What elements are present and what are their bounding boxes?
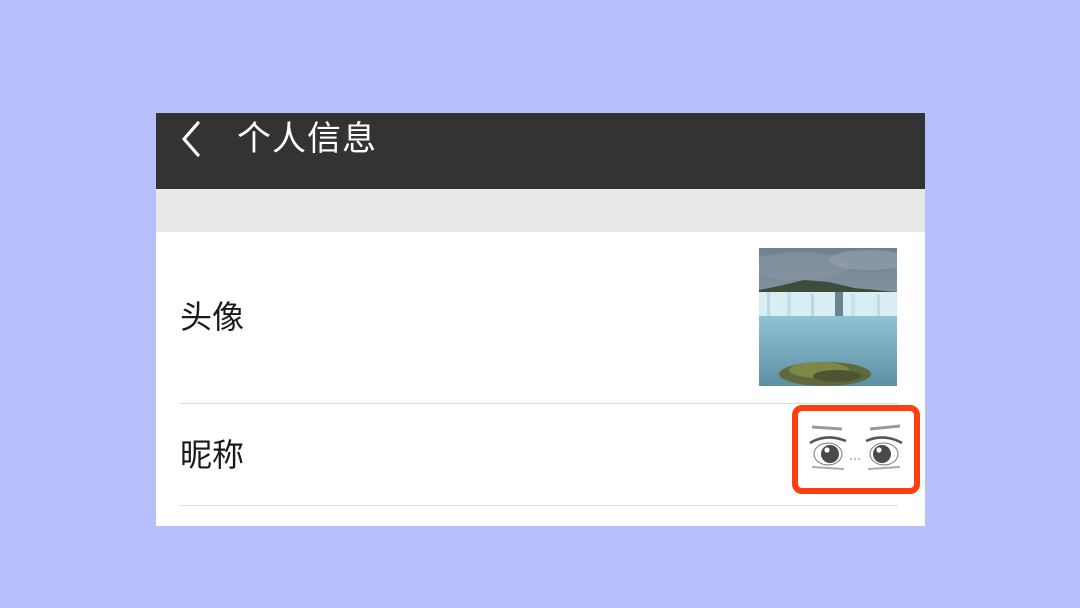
nickname-label: 昵称 xyxy=(180,436,245,474)
top-bar: 个人信息 xyxy=(156,113,925,189)
page-title: 个人信息 xyxy=(237,119,377,159)
waterfall-photo xyxy=(759,248,897,386)
chevron-left-icon[interactable] xyxy=(178,119,208,159)
divider xyxy=(180,505,898,506)
nickname-highlight-box xyxy=(792,405,920,494)
anime-eyes-sticker[interactable] xyxy=(806,417,906,481)
profile-screen: 个人信息 头像 昵称 xyxy=(156,113,925,526)
avatar-image[interactable] xyxy=(759,248,897,386)
section-spacer xyxy=(156,189,925,232)
avatar-label: 头像 xyxy=(180,298,245,336)
